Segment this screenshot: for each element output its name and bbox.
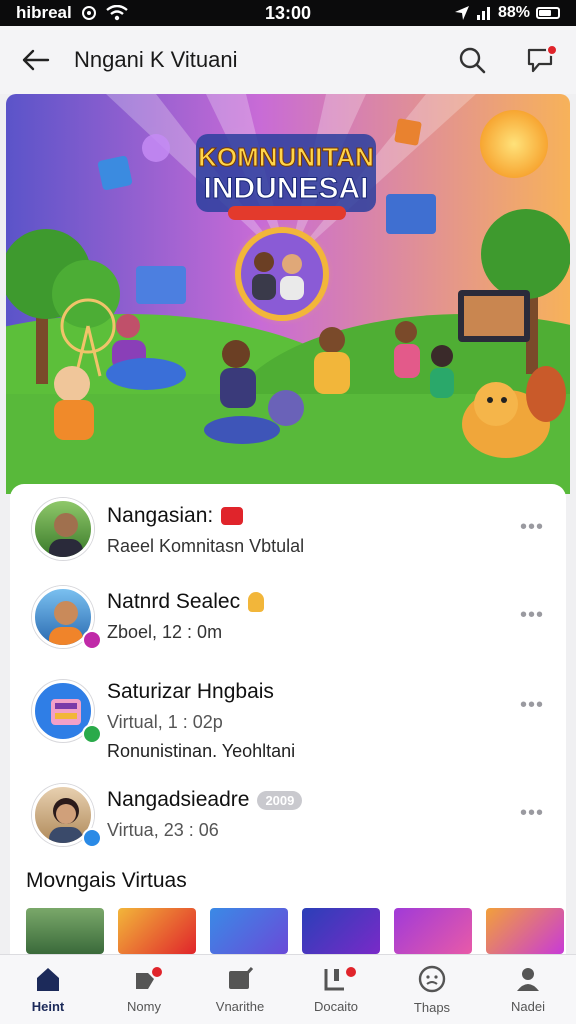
check-badge-icon <box>82 724 102 744</box>
item-name: Nangadsieadre <box>107 788 250 811</box>
carrier-name: hibreal <box>16 3 72 22</box>
banner-illustration: KOMNUNITAN INDUNESAI <box>6 94 570 494</box>
battery-icon <box>536 7 560 19</box>
search-icon <box>459 47 486 74</box>
hotspot-icon <box>81 6 96 20</box>
thumbnail[interactable] <box>118 908 196 954</box>
item-subtitle: Virtua, 23 : 06 <box>107 820 219 840</box>
list-item[interactable]: Nangadsieadre 2009 Virtua, 23 : 06 ••• <box>10 782 566 872</box>
face-icon <box>418 965 446 993</box>
home-icon <box>37 968 59 991</box>
thumbnail[interactable] <box>486 908 564 954</box>
messages-button[interactable] <box>524 44 558 76</box>
item-text: Nangadsieadre 2009 Virtua, 23 : 06 <box>107 788 303 841</box>
app-header: Nngani K Vituani <box>0 26 576 94</box>
list-item[interactable]: Natnrd Sealec Zboel, 12 : 0m ••• <box>10 584 566 674</box>
verified-badge-icon <box>82 828 102 848</box>
documents-badge <box>343 965 358 979</box>
back-button[interactable] <box>20 44 52 76</box>
tab-create[interactable]: Vnarithe <box>192 955 288 1024</box>
item-name-row: Nangasian: <box>107 504 304 528</box>
avatar <box>32 498 94 560</box>
section-title: Movngais Virtuas <box>26 869 187 892</box>
search-button[interactable] <box>456 44 488 76</box>
status-bar: hibreal 13:00 88% <box>0 0 576 26</box>
wifi-icon <box>106 5 128 21</box>
tab-notifications[interactable]: Nomy <box>96 955 192 1024</box>
tab-label: Vnarithe <box>215 999 265 1014</box>
more-options-button[interactable]: ••• <box>520 516 544 539</box>
tab-profile[interactable]: Nadei <box>480 955 576 1024</box>
thumbnail[interactable] <box>394 908 472 954</box>
signal-icon <box>476 7 490 20</box>
more-options-button[interactable]: ••• <box>520 604 544 627</box>
item-subtitle: Virtual, 1 : 02p <box>107 712 223 732</box>
bottom-tab-bar: Heint Nomy Vnarithe Docaito Thaps Nadei <box>0 954 576 1024</box>
thumbnail[interactable] <box>26 908 104 954</box>
item-text: Nangasian: Raeel Komnitasn Vbtulal <box>107 504 304 557</box>
tab-documents[interactable]: Docaito <box>288 955 384 1024</box>
tab-label: Docaito <box>313 999 359 1014</box>
item-subtitle: Raeel Komnitasn Vbtulal <box>107 536 305 556</box>
messages-badge <box>546 44 558 56</box>
list-item[interactable]: Nangasian: Raeel Komnitasn Vbtulal ••• <box>10 496 566 586</box>
item-name: Nangasian: <box>107 504 214 527</box>
banner-headline-2: INDUNESAI <box>203 172 368 205</box>
lightbulb-icon <box>248 592 265 612</box>
tab-maps[interactable]: Thaps <box>384 955 480 1024</box>
item-name: Natnrd Sealec <box>107 590 241 613</box>
status-right: 88% <box>454 4 560 22</box>
header-actions <box>456 44 558 76</box>
profile-icon <box>517 968 539 991</box>
item-text: Saturizar Hngbais Virtual, 1 : 02p Ronun… <box>107 680 295 762</box>
location-icon <box>454 6 469 20</box>
item-name-row: Nangadsieadre 2009 <box>107 788 303 812</box>
more-options-button[interactable]: ••• <box>520 802 544 825</box>
notification-badge <box>149 965 164 979</box>
item-subtitle: Zboel, 12 : 0m <box>107 622 223 642</box>
tab-label: Nomy <box>127 999 161 1014</box>
item-name: Saturizar Hngbais <box>107 680 274 703</box>
tab-label: Nadei <box>511 999 545 1014</box>
thumbnail[interactable] <box>302 908 380 954</box>
count-badge: 2009 <box>257 790 303 810</box>
tab-label: Heint <box>31 999 65 1014</box>
red-tag-icon <box>221 507 244 525</box>
thumbnail[interactable] <box>210 908 288 954</box>
item-name-row: Natnrd Sealec <box>107 590 265 614</box>
edit-icon <box>229 966 254 989</box>
banner-headline-1: KOMNUNITAN <box>198 142 374 172</box>
list-item[interactable]: Saturizar Hngbais Virtual, 1 : 02p Ronun… <box>10 674 566 774</box>
community-card: Nangasian: Raeel Komnitasn Vbtulal ••• N… <box>10 484 566 954</box>
tab-home[interactable]: Heint <box>0 955 96 1024</box>
battery-percent: 88% <box>497 4 530 21</box>
tab-label: Thaps <box>413 1000 451 1015</box>
arrow-left-icon <box>22 49 50 71</box>
more-options-button[interactable]: ••• <box>520 694 544 717</box>
community-banner[interactable]: KOMNUNITAN INDUNESAI <box>6 94 570 494</box>
item-description: Ronunistinan. Yeohltani <box>107 741 296 761</box>
item-text: Natnrd Sealec Zboel, 12 : 0m <box>107 590 265 643</box>
purple-badge-icon <box>82 630 102 650</box>
thumbnail-row <box>26 908 564 954</box>
page-title: Nngani K Vituani <box>74 47 238 72</box>
carrier-group: hibreal <box>16 3 128 23</box>
